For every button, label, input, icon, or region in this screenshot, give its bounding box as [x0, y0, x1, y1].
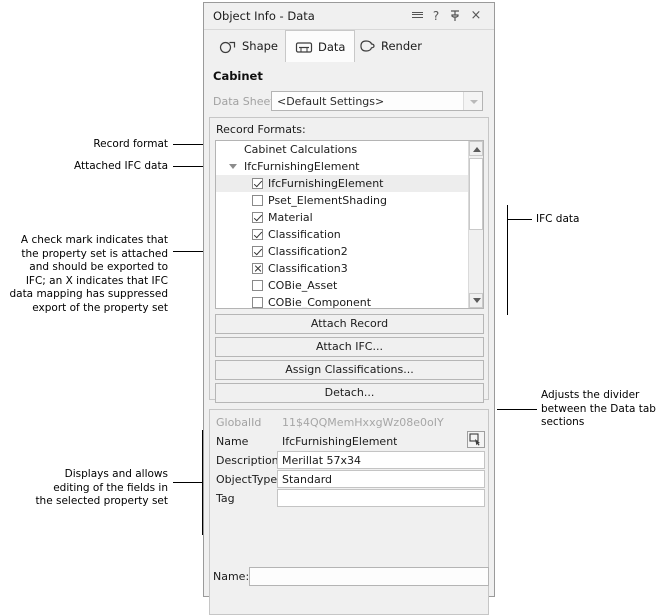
property-field-value: Standard	[282, 473, 333, 486]
tree-item-label: Material	[268, 211, 313, 224]
scroll-down-icon[interactable]	[469, 293, 483, 308]
property-field-input: 11$4QQMemHxxgWz08e0oIY	[277, 413, 485, 431]
attach-record-button[interactable]: Attach Record	[215, 314, 484, 334]
tab-shape-label: Shape	[242, 39, 279, 53]
scroll-up-icon[interactable]	[469, 141, 483, 156]
shape-icon	[219, 39, 237, 54]
property-field-row: Description Merillat 57x34	[211, 451, 489, 470]
tree-item-label: IfcFurnishingElement	[244, 160, 360, 173]
tree-item-label: COBie_Asset	[268, 279, 338, 292]
property-field-value: 11$4QQMemHxxgWz08e0oIY	[282, 416, 444, 429]
section-divider[interactable]	[209, 403, 489, 408]
tree-item[interactable]: COBie_Component	[216, 294, 483, 309]
help-icon[interactable]: ?	[427, 7, 445, 25]
tab-data-label: Data	[318, 40, 346, 54]
tree-item[interactable]: Classification	[216, 226, 483, 243]
property-field-value: Merillat 57x34	[282, 454, 362, 467]
leader-fields-note	[173, 482, 203, 483]
tree-item-label: Classification3	[268, 262, 348, 275]
object-name: Cabinet	[213, 69, 263, 83]
annotation-record-format: Record format	[93, 138, 168, 150]
pin-icon[interactable]	[446, 7, 464, 25]
property-field-label: Description	[216, 454, 279, 467]
picker-icon[interactable]	[467, 431, 485, 448]
checkbox-unchecked-icon[interactable]	[252, 297, 263, 308]
bottom-name-input[interactable]	[249, 567, 489, 586]
record-formats-label: Record Formats:	[216, 123, 306, 136]
annotation-fields-note: Displays and allows editing of the field…	[35, 468, 168, 507]
checkbox-checked-icon[interactable]	[252, 229, 263, 240]
leader-ifc-data	[507, 219, 532, 220]
record-formats-group: Record Formats: Cabinet Calculations IfcF…	[209, 117, 489, 403]
tree-item-label: Classification	[268, 228, 341, 241]
property-field-input[interactable]	[277, 489, 485, 507]
tree-item-label: Classification2	[268, 245, 348, 258]
data-sheet-value: <Default Settings>	[277, 95, 385, 108]
tab-render[interactable]: Render	[349, 30, 431, 62]
leader-ifc-data-vertical	[507, 205, 508, 315]
titlebar: Object Info - Data ? ×	[204, 3, 494, 30]
property-field-row: Tag	[211, 489, 489, 508]
menu-icon[interactable]	[408, 7, 426, 25]
tab-data[interactable]: Data	[285, 30, 356, 63]
property-field-label: Tag	[216, 492, 235, 505]
tree-item-label: COBie_Component	[268, 296, 372, 309]
checkbox-unchecked-icon[interactable]	[252, 280, 263, 291]
bottom-name-label: Name:	[213, 570, 250, 583]
render-icon	[358, 39, 376, 54]
checkbox-unchecked-icon[interactable]	[252, 195, 263, 206]
annotation-ifc-data: IFC data	[536, 213, 580, 225]
checkbox-checked-icon[interactable]	[252, 246, 263, 257]
object-info-palette: Object Info - Data ? × Shape Data Render…	[203, 2, 495, 615]
attach-ifc-button[interactable]: Attach IFC...	[215, 337, 484, 357]
assign-classifications-button[interactable]: Assign Classifications...	[215, 360, 484, 380]
checkbox-crossed-icon[interactable]	[252, 263, 263, 274]
tree-item[interactable]: Pset_ElementShading	[216, 192, 483, 209]
tree-item-label: Cabinet Calculations	[244, 143, 358, 156]
annotation-check-mark-note: A check mark indicates that the property…	[9, 234, 168, 314]
record-formats-tree-rows: Cabinet Calculations IfcFurnishingElement…	[216, 141, 483, 309]
property-field-row: Name IfcFurnishingElement	[211, 432, 489, 451]
detach-button[interactable]: Detach...	[215, 383, 484, 403]
property-field-input: IfcFurnishingElement	[277, 432, 485, 450]
tab-render-label: Render	[381, 39, 422, 53]
tree-item-label: IfcFurnishingElement	[268, 177, 384, 190]
chevron-down-icon[interactable]	[463, 92, 482, 110]
property-field-input[interactable]: Merillat 57x34	[277, 451, 485, 469]
tab-strip: Shape Data Render	[204, 30, 494, 63]
leader-divider-note	[497, 409, 537, 410]
annotation-divider-note: Adjusts the divider between the Data tab…	[541, 389, 656, 428]
close-icon[interactable]: ×	[467, 7, 485, 25]
scrollbar-thumb[interactable]	[469, 158, 483, 230]
checkbox-checked-icon[interactable]	[252, 178, 263, 189]
property-field-label: ObjectType	[216, 473, 278, 486]
tree-item[interactable]: IfcFurnishingElement	[216, 158, 483, 175]
tree-item[interactable]: COBie_Asset	[216, 277, 483, 294]
property-field-label: GlobalId	[216, 416, 262, 429]
window-title: Object Info - Data	[213, 9, 315, 23]
checkbox-checked-icon[interactable]	[252, 212, 263, 223]
tree-item[interactable]: Classification2	[216, 243, 483, 260]
tree-item[interactable]: IfcFurnishingElement	[216, 175, 483, 192]
tree-item[interactable]: Material	[216, 209, 483, 226]
data-sheet-dropdown[interactable]: <Default Settings>	[271, 91, 483, 111]
tab-shape[interactable]: Shape	[210, 30, 287, 62]
tree-item[interactable]: Classification3	[216, 260, 483, 277]
annotation-attached-ifc-data: Attached IFC data	[73, 160, 168, 172]
data-sheet-label: Data Sheet:	[213, 95, 279, 108]
tree-scrollbar[interactable]	[468, 141, 483, 308]
property-field-value: IfcFurnishingElement	[282, 435, 398, 448]
property-field-input[interactable]: Standard	[277, 470, 485, 488]
record-formats-tree[interactable]: Cabinet Calculations IfcFurnishingElement…	[215, 140, 484, 309]
property-field-row: GlobalId 11$4QQMemHxxgWz08e0oIY	[211, 413, 489, 432]
tree-item-label: Pset_ElementShading	[268, 194, 387, 207]
property-field-row: ObjectType Standard	[211, 470, 489, 489]
data-tab-content: Cabinet Data Sheet: <Default Settings> R…	[204, 62, 494, 615]
tree-item[interactable]: Cabinet Calculations	[216, 141, 483, 158]
property-field-label: Name	[216, 435, 249, 448]
data-icon	[295, 40, 313, 55]
